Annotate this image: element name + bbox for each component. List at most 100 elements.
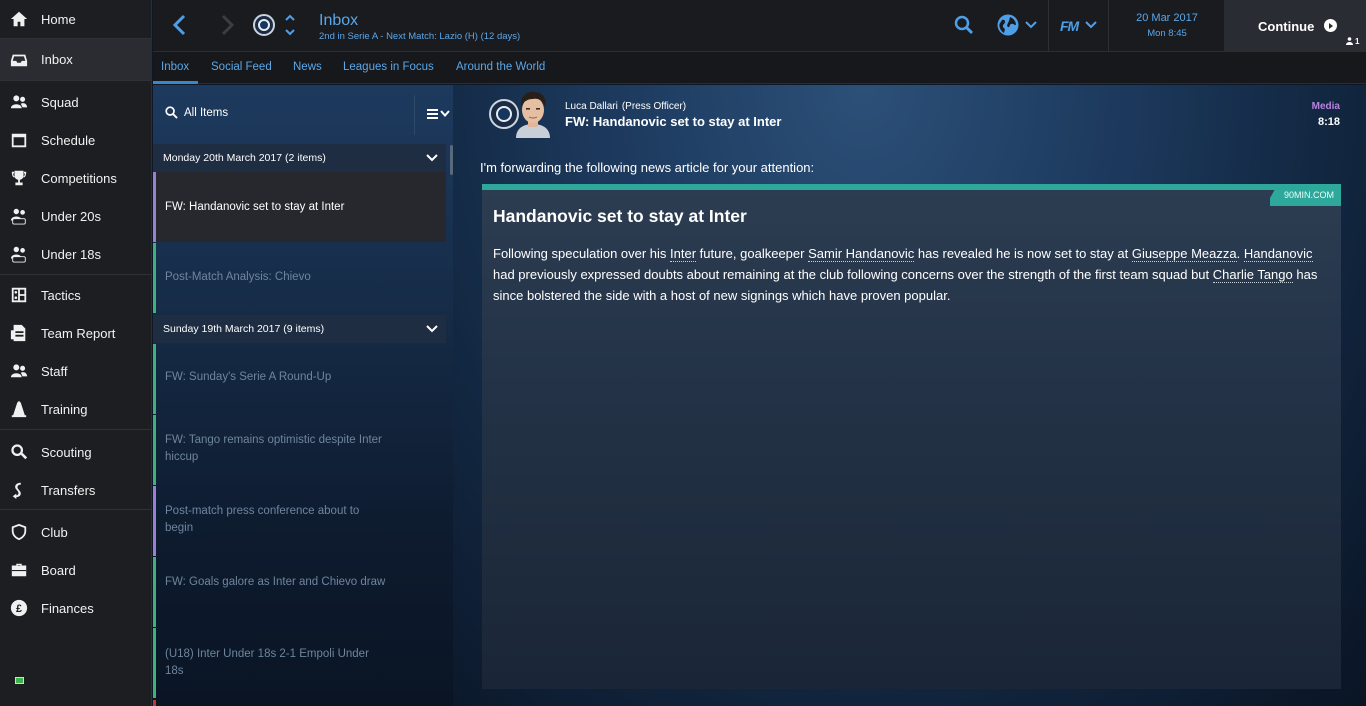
sidebar-item-label: Transfers (41, 482, 96, 498)
sidebar-item-club[interactable]: Club (0, 513, 152, 551)
date-group-label: Monday 20th March 2017 (2 items) (163, 152, 326, 164)
sidebar-item-team-report[interactable]: Team Report (0, 314, 152, 352)
sidebar-item-label: Training (41, 401, 88, 417)
club-switch-arrows-icon[interactable] (284, 12, 296, 38)
message-status-bar (153, 486, 156, 556)
sidebar-item-label: Inbox (41, 52, 73, 67)
globe-dropdown-button[interactable] (1025, 20, 1037, 30)
sidebar-divider (0, 429, 152, 430)
svg-text:£: £ (16, 603, 22, 615)
message-status-bar (153, 172, 156, 242)
inbox-message-item[interactable]: Post-Match Analysis: Chievo (153, 243, 446, 313)
sidebar-item-transfers[interactable]: Transfers (0, 472, 152, 508)
search-button[interactable] (954, 15, 974, 35)
continue-label: Continue (1258, 19, 1315, 34)
sidebar-divider (0, 274, 152, 275)
home-icon (9, 9, 29, 29)
tab-news[interactable]: News (293, 61, 322, 73)
tab-bar: Inbox Social Feed News Leagues in Focus … (153, 52, 1366, 84)
stadium-link[interactable]: Giuseppe Meazza (1131, 246, 1237, 262)
globe-icon (997, 14, 1019, 36)
sidebar-item-finances[interactable]: £ Finances (0, 589, 152, 627)
pound-icon: £ (9, 598, 29, 618)
sidebar-divider (0, 80, 152, 81)
chevron-right-icon (221, 14, 235, 36)
message-status-bar (153, 344, 156, 414)
sort-menu-button[interactable] (426, 107, 452, 126)
tab-inbox[interactable]: Inbox (161, 61, 189, 73)
sidebar-item-staff[interactable]: Staff (0, 352, 152, 390)
sidebar-item-tactics[interactable]: Tactics (0, 276, 152, 314)
list-menu-icon (427, 109, 450, 119)
message-status-bar (153, 628, 156, 698)
sidebar-item-home[interactable]: Home (0, 0, 152, 38)
search-icon (954, 15, 974, 35)
game-date[interactable]: 20 Mar 2017 (1121, 12, 1213, 24)
tab-leagues-in-focus[interactable]: Leagues in Focus (343, 61, 434, 73)
club-badge-icon[interactable] (253, 14, 275, 36)
scrollbar[interactable] (450, 145, 453, 175)
sidebar-item-label: Competitions (41, 170, 117, 186)
manager-link[interactable]: Charlie Tango (1212, 267, 1293, 283)
inbox-message-item[interactable]: FW: Tango remains optimistic despite Int… (153, 415, 446, 485)
back-button[interactable] (171, 14, 189, 36)
chevron-down-icon (1025, 21, 1037, 29)
sidebar-item-training[interactable]: Training (0, 390, 152, 428)
club-link[interactable]: Inter (670, 246, 697, 262)
fm-menu-dropdown-button[interactable] (1085, 20, 1097, 30)
sidebar-item-inbox[interactable]: Inbox (0, 39, 152, 80)
date-group-label: Sunday 19th March 2017 (9 items) (163, 323, 325, 335)
inbox-icon (9, 50, 29, 70)
sidebar-item-label: Home (41, 11, 76, 27)
sidebar-item-label: Squad (41, 94, 79, 110)
sidebar-item-under-18s[interactable]: Under 18s (0, 235, 152, 273)
page-title: Inbox (319, 12, 359, 29)
sidebar-item-scouting[interactable]: Scouting (0, 432, 152, 472)
message-status-bar (153, 415, 156, 485)
sender-name[interactable]: Luca Dallari (Press Officer) (565, 101, 686, 112)
article-source-badge: 90MIN.COM (1270, 184, 1341, 206)
under20-icon (9, 206, 29, 226)
message-subject: FW: Handanovic set to stay at Inter (165, 201, 345, 213)
filter-label: All Items (184, 106, 229, 119)
date-group-header[interactable]: Sunday 19th March 2017 (9 items) (153, 315, 446, 343)
active-tab-indicator (153, 81, 198, 84)
sidebar-divider (0, 509, 152, 510)
briefcase-icon (9, 560, 29, 580)
search-icon (165, 106, 178, 119)
article-body: Following speculation over his Inter fut… (493, 246, 1318, 303)
sidebar-item-competitions[interactable]: Competitions (0, 159, 152, 197)
tab-around-the-world[interactable]: Around the World (456, 61, 545, 73)
globe-button[interactable] (996, 13, 1020, 37)
tab-social-feed[interactable]: Social Feed (211, 61, 272, 73)
date-group-header[interactable]: Monday 20th March 2017 (2 items) (153, 144, 446, 172)
user-icon (1346, 37, 1353, 45)
continue-button[interactable]: Continue 1 (1224, 0, 1366, 52)
message-subject: (U18) Inter Under 18s 2-1 Empoli Under 1… (165, 648, 369, 677)
shield-icon (9, 522, 29, 542)
sidebar-item-schedule[interactable]: Schedule (0, 121, 152, 159)
topbar-divider (1048, 0, 1049, 52)
filter-dropdown[interactable]: All Items (165, 106, 228, 119)
chevron-down-icon (426, 154, 438, 162)
sidebar-item-under-20s[interactable]: Under 20s (0, 197, 152, 235)
message-category: Media (1311, 101, 1340, 112)
player-link[interactable]: Samir Handanovic (808, 246, 915, 262)
player-link[interactable]: Handanovic (1243, 246, 1313, 262)
search-icon (9, 442, 29, 462)
sidebar-item-label: Scouting (41, 444, 92, 460)
inbox-message-item[interactable]: FW: Handanovic set to stay at Inter (153, 172, 446, 242)
message-intro: I'm forwarding the following news articl… (480, 160, 815, 175)
inbox-message-item[interactable]: FW: Sunday's Serie A Round-Up (153, 344, 446, 414)
inbox-message-item[interactable]: FW: Goals galore as Inter and Chievo dra… (153, 557, 446, 627)
forward-button[interactable] (218, 14, 236, 36)
game-time[interactable]: Mon 8:45 (1121, 28, 1213, 39)
sidebar-item-squad[interactable]: Squad (0, 83, 152, 121)
sidebar-item-board[interactable]: Board (0, 551, 152, 589)
inbox-message-item[interactable]: (U18) Inter Under 18s 2-1 Empoli Under 1… (153, 628, 446, 698)
sender-avatar[interactable] (512, 90, 554, 138)
trophy-icon (9, 168, 29, 188)
inbox-message-item[interactable]: Post-match press conference about to beg… (153, 486, 446, 556)
fm-logo[interactable]: FM (1060, 18, 1079, 34)
sidebar-item-label: Under 20s (41, 208, 101, 224)
